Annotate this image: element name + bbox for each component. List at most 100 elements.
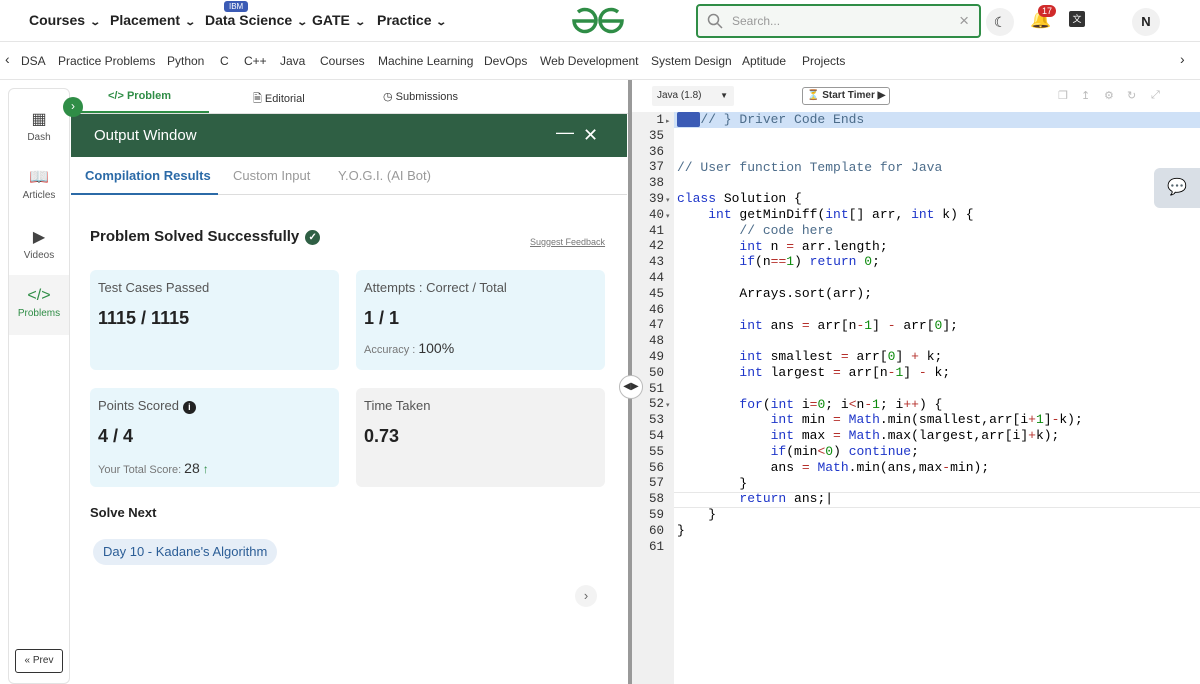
book-icon: 📖: [29, 169, 49, 186]
subnav-dsa[interactable]: DSA: [21, 54, 46, 68]
code-line: int largest = arr[n-1] - k;: [739, 365, 951, 380]
scroll-left-icon[interactable]: ‹: [5, 51, 10, 67]
line-number: 45: [648, 287, 664, 301]
points-value: 4 / 4: [98, 426, 134, 446]
subnav-system-design[interactable]: System Design: [651, 54, 732, 68]
subnav-practice-problems[interactable]: Practice Problems: [58, 54, 155, 68]
fold-arrow-icon[interactable]: ▸: [666, 117, 670, 125]
subnav-web-development[interactable]: Web Development: [540, 54, 639, 68]
copy-icon[interactable]: ❐: [1058, 89, 1068, 102]
subnav-cpp[interactable]: C++: [244, 54, 267, 68]
chevron-right-icon[interactable]: ›: [575, 585, 597, 607]
start-timer-button[interactable]: ⏳ Start Timer ▶: [802, 87, 891, 105]
clear-search-icon[interactable]: ×: [959, 11, 969, 31]
tab-submissions[interactable]: ◷ Submissions: [383, 90, 458, 103]
result-status: Problem Solved Successfully ✓: [90, 228, 321, 245]
subnav-c[interactable]: C: [220, 54, 229, 68]
fold-arrow-icon[interactable]: ▾: [666, 196, 670, 204]
line-number: 40: [648, 208, 664, 222]
subnav-python[interactable]: Python: [167, 54, 204, 68]
tab-yogi-ai-bot[interactable]: Y.O.G.I. (AI Bot): [338, 168, 431, 183]
next-problem-chip[interactable]: Day 10 - Kadane's Algorithm: [93, 539, 278, 565]
fold-arrow-icon[interactable]: ▾: [666, 212, 670, 220]
arrow-up-icon: ↑: [202, 462, 209, 476]
output-window-title: Output Window: [94, 127, 197, 144]
notification-count: 17: [1038, 5, 1057, 17]
nav-gate[interactable]: GATE ⌄: [312, 12, 366, 28]
line-number: 46: [648, 303, 664, 317]
search-input[interactable]: Search... ×: [696, 4, 981, 38]
nav-practice[interactable]: Practice ⌄: [377, 12, 448, 28]
suggest-feedback-link[interactable]: Suggest Feedback: [530, 237, 605, 247]
gfg-logo[interactable]: [570, 6, 626, 41]
code-line: class Solution {: [677, 191, 802, 206]
subnav-java[interactable]: Java: [280, 54, 305, 68]
code-editor[interactable]: 1 35 36 37 38 39 40 41 42 43 44 45 46 47…: [632, 112, 1200, 684]
sidebar-item-articles[interactable]: 📖 Articles: [9, 167, 69, 201]
settings-icon[interactable]: ⚙: [1104, 89, 1114, 102]
check-circle-icon: ✓: [305, 230, 321, 245]
chevron-down-icon: ⌄: [184, 17, 197, 28]
subnav-projects[interactable]: Projects: [802, 54, 845, 68]
sidebar-item-problems[interactable]: </> Problems: [9, 275, 69, 335]
avatar[interactable]: N: [1132, 8, 1160, 36]
language-select[interactable]: Java (1.8) ▼: [652, 86, 734, 106]
solve-next-label: Solve Next: [90, 505, 157, 520]
nav-courses[interactable]: Courses ⌄: [29, 12, 102, 28]
reset-icon[interactable]: ↻: [1127, 89, 1136, 102]
line-number: 54: [648, 429, 664, 443]
tab-compilation-results[interactable]: Compilation Results: [85, 168, 211, 183]
upload-icon[interactable]: ↥: [1081, 89, 1090, 102]
code-line: int min = Math.min(smallest,arr[i+1]-k);: [770, 412, 1083, 427]
sidebar-item-videos[interactable]: ▶ Videos: [9, 227, 69, 261]
minimize-icon[interactable]: —: [556, 122, 574, 143]
line-number: 47: [648, 318, 664, 332]
resize-handle-icon[interactable]: ◀▶: [619, 375, 643, 399]
scroll-right-icon[interactable]: ›: [1180, 51, 1185, 67]
line-number: 58: [648, 492, 664, 506]
fold-arrow-icon[interactable]: ▾: [666, 401, 670, 409]
line-number: 36: [648, 145, 664, 159]
close-icon[interactable]: ✕: [583, 125, 598, 146]
sidebar-item-dash[interactable]: ▦ Dash: [9, 109, 69, 143]
sub-navbar: ‹ DSA Practice Problems Python C C++ Jav…: [0, 42, 1200, 80]
nav-placement[interactable]: Placement ⌄: [110, 12, 197, 28]
code-line: if(min<0) continue;: [770, 444, 919, 459]
top-navbar: Courses ⌄ Placement ⌄ IBM Data Science ⌄ GA…: [0, 0, 1200, 42]
dark-mode-toggle[interactable]: ☾: [986, 8, 1014, 36]
output-tabs: Compilation Results Custom Input Y.O.G.I…: [71, 157, 627, 195]
test-cases-label: Test Cases Passed: [98, 280, 210, 295]
time-taken-label: Time Taken: [364, 398, 431, 413]
play-circle-icon: ▶: [877, 90, 886, 101]
prev-button[interactable]: « Prev: [15, 649, 63, 673]
nav-data-science[interactable]: Data Science ⌄: [205, 12, 308, 28]
expand-icon[interactable]: ›: [63, 97, 83, 117]
fullscreen-icon[interactable]: ⤢: [1151, 89, 1160, 102]
code-line: }: [677, 476, 748, 491]
hourglass-icon: ⏳: [807, 90, 820, 101]
total-score-value: 28: [184, 460, 200, 476]
line-number: 41: [648, 224, 664, 238]
subnav-courses[interactable]: Courses: [320, 54, 365, 68]
line-number: 59: [648, 508, 664, 522]
line-number: 43: [648, 255, 664, 269]
line-number: 53: [648, 413, 664, 427]
line-number: 38: [648, 176, 664, 190]
chat-icon[interactable]: 💬: [1154, 168, 1200, 208]
chevron-down-icon: ⌄: [89, 17, 102, 28]
line-number: 37: [648, 160, 664, 174]
line-number: 35: [648, 129, 664, 143]
accuracy-value: 100%: [418, 340, 455, 356]
subnav-aptitude[interactable]: Aptitude: [742, 54, 786, 68]
test-cases-card: Test Cases Passed 1115 / 1115: [90, 270, 339, 370]
info-icon[interactable]: i: [182, 401, 196, 414]
tab-custom-input[interactable]: Custom Input: [233, 168, 310, 183]
subnav-machine-learning[interactable]: Machine Learning: [378, 54, 473, 68]
points-label: Points Scored i: [98, 398, 196, 414]
ibm-badge: IBM: [224, 1, 249, 12]
translate-icon[interactable]: 文: [1069, 11, 1085, 27]
tab-problem[interactable]: </> Problem: [108, 90, 171, 102]
left-sidebar: ▦ Dash 📖 Articles ▶ Videos </> Problems « Pr…: [8, 88, 70, 684]
tab-editorial[interactable]: 🗎 Editorial: [253, 90, 305, 109]
subnav-devops[interactable]: DevOps: [484, 54, 527, 68]
